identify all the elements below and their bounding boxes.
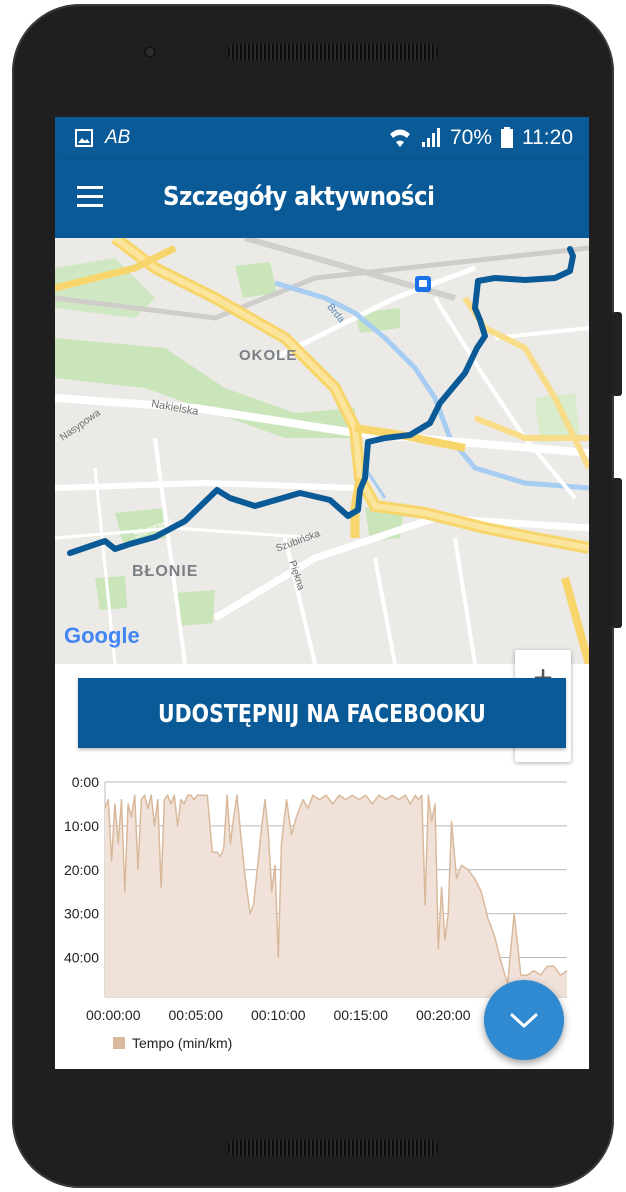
y-tick-label: 0:00 — [72, 774, 99, 790]
wifi-icon — [389, 129, 410, 147]
volume-button[interactable] — [612, 312, 622, 396]
top-speaker — [228, 44, 438, 60]
legend-swatch — [113, 1037, 125, 1049]
clock: 11:20 — [522, 126, 573, 149]
menu-icon[interactable] — [77, 186, 103, 208]
image-icon — [75, 129, 93, 147]
screen: AB 70% 11:20 Szczegóły aktywności OKOLE … — [55, 117, 589, 1069]
y-tick-label: 10:00 — [64, 818, 99, 834]
battery-icon — [501, 127, 513, 148]
page-title: Szczegóły aktywności — [163, 182, 435, 212]
route-map[interactable]: OKOLE BŁONIE Nakielska Nasypowa Brda Sła… — [55, 238, 589, 762]
chevron-down-icon — [510, 1013, 538, 1028]
app-bar: Szczegóły aktywności — [55, 160, 589, 238]
ab-icon: AB — [105, 127, 131, 148]
share-facebook-button[interactable]: UDOSTĘPNIJ NA FACEBOOKU — [78, 678, 566, 748]
share-facebook-label: UDOSTĘPNIJ NA FACEBOOKU — [158, 698, 486, 728]
bottom-speaker — [228, 1140, 438, 1156]
signal-icon — [421, 128, 440, 147]
google-logo: Google — [64, 623, 140, 649]
x-tick-label: 00:05:00 — [169, 1007, 224, 1023]
status-bar: AB 70% 11:20 — [55, 117, 589, 160]
legend-label: Tempo (min/km) — [132, 1035, 232, 1051]
x-tick-label: 00:15:00 — [334, 1007, 389, 1023]
map-label-blonie: BŁONIE — [132, 563, 199, 580]
expand-fab[interactable] — [484, 980, 564, 1060]
google-logo-text: Google — [64, 623, 140, 648]
y-tick-label: 20:00 — [64, 862, 99, 878]
y-tick-label: 40:00 — [64, 950, 99, 966]
x-tick-label: 00:10:00 — [251, 1007, 306, 1023]
map-canvas — [55, 238, 589, 664]
x-tick-label: 00:20:00 — [416, 1007, 471, 1023]
y-tick-label: 30:00 — [64, 906, 99, 922]
front-camera — [144, 46, 156, 58]
map-label-okole: OKOLE — [239, 347, 298, 364]
battery-percent: 70% — [449, 126, 492, 149]
x-tick-label: 00:00:00 — [86, 1007, 141, 1023]
power-button[interactable] — [612, 478, 622, 628]
